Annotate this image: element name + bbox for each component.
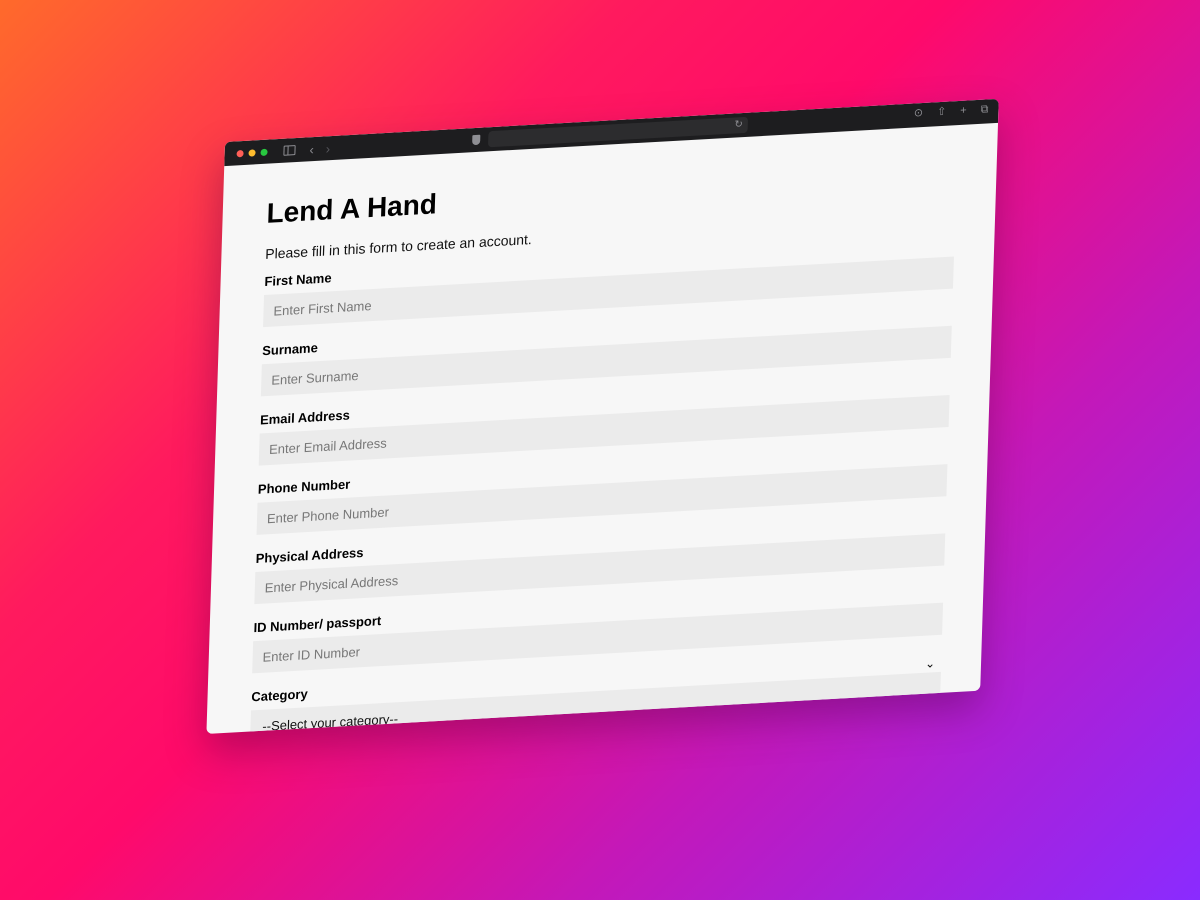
sidebar-icon[interactable] <box>283 145 296 156</box>
minimize-window-button[interactable] <box>248 148 256 157</box>
page-content: Lend A Hand Please fill in this form to … <box>206 123 998 734</box>
window-controls <box>236 148 268 157</box>
close-window-button[interactable] <box>236 149 244 157</box>
toolbar-actions: ⊙ ⇧ + ⧉ <box>914 103 989 120</box>
signup-form: First Name Surname Email Address Phone N… <box>249 235 955 734</box>
forward-icon[interactable]: › <box>326 141 331 156</box>
new-tab-icon[interactable]: + <box>960 105 967 117</box>
share-icon[interactable]: ⇧ <box>937 106 947 119</box>
download-icon[interactable]: ⊙ <box>914 107 924 120</box>
chevron-down-icon[interactable]: ⌄ <box>925 656 935 671</box>
category-selected-value: --Select your category-- <box>262 710 399 734</box>
shield-icon[interactable] <box>472 134 481 146</box>
reload-icon[interactable]: ↻ <box>734 119 743 131</box>
browser-window: ‹ › ↻ ⊙ ⇧ + ⧉ Lend A Hand Please fill in… <box>206 98 999 734</box>
tabs-overview-icon[interactable]: ⧉ <box>980 103 988 115</box>
zoom-window-button[interactable] <box>260 148 268 156</box>
back-icon[interactable]: ‹ <box>309 142 314 157</box>
